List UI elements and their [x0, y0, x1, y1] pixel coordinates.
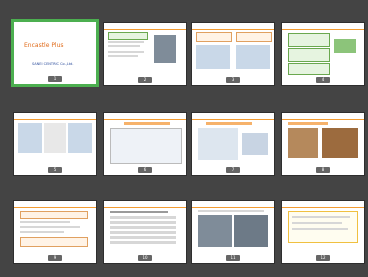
- content-block: [20, 211, 88, 219]
- slide-thumbnail-12[interactable]: 12: [282, 201, 364, 263]
- cover-title: Encastle Plus: [24, 42, 64, 49]
- content-block: [288, 48, 330, 62]
- slide-number: 9: [48, 255, 62, 261]
- text-line: [292, 216, 350, 218]
- slide-thumbnail-8[interactable]: 8: [282, 113, 364, 175]
- photo-image: [68, 123, 92, 153]
- slide-header: [14, 201, 96, 208]
- slide-number: 8: [316, 167, 330, 173]
- photo-image: [234, 215, 268, 247]
- slide-header: [192, 23, 274, 30]
- slide-thumbnail-7[interactable]: 7: [192, 113, 274, 175]
- slide-thumbnail-9[interactable]: 9: [14, 201, 96, 263]
- slide-number: 11: [226, 255, 240, 261]
- table-row: [110, 221, 176, 224]
- slide-header: [192, 113, 274, 120]
- text-line: [20, 226, 80, 228]
- slide-header: [282, 23, 364, 30]
- content-block: [288, 63, 330, 75]
- slide-thumbnail-10[interactable]: 10: [104, 201, 186, 263]
- slide-thumbnail-3[interactable]: 3: [192, 23, 274, 85]
- heading-bar: [288, 122, 328, 125]
- slide-header: [104, 113, 186, 120]
- slide-number: 2: [138, 77, 152, 83]
- slide-thumbnail-4[interactable]: 4: [282, 23, 364, 85]
- slide-number: 7: [226, 167, 240, 173]
- company-logo: SANEI CENTRIC Co.,Ltd.: [32, 62, 74, 66]
- text-line: [108, 55, 138, 57]
- photo-image: [236, 45, 270, 69]
- screenshot-image: [198, 128, 238, 160]
- text-line: [20, 231, 64, 233]
- content-block: [20, 237, 88, 247]
- text-line: [292, 228, 348, 230]
- slide-sorter: Encastle Plus SANEI CENTRIC Co.,Ltd. 1 2…: [0, 0, 368, 277]
- content-block: [236, 32, 272, 42]
- heading-bar: [124, 122, 170, 125]
- text-line: [108, 51, 144, 53]
- photo-image: [198, 215, 232, 247]
- slide-thumbnail-6[interactable]: 6: [104, 113, 186, 175]
- text-line: [110, 211, 168, 213]
- slide-header: [282, 113, 364, 120]
- table-row: [110, 231, 176, 234]
- slide-number: 5: [48, 167, 62, 173]
- slide-number: 1: [48, 76, 62, 82]
- slide-header: [282, 201, 364, 208]
- table-row: [110, 241, 176, 244]
- text-line: [292, 222, 342, 224]
- table-row: [110, 236, 176, 239]
- text-line: [198, 210, 264, 212]
- heading-bar: [206, 122, 252, 125]
- photo-image: [322, 128, 358, 158]
- text-line: [108, 41, 144, 43]
- photo-image: [44, 123, 66, 153]
- photo-image: [18, 123, 42, 153]
- slide-number: 6: [138, 167, 152, 173]
- slide-header: [14, 113, 96, 120]
- content-block: [108, 32, 148, 40]
- slide-header: [104, 23, 186, 30]
- text-line: [108, 45, 140, 47]
- screenshot-image: [110, 128, 182, 164]
- slide-number: 12: [316, 255, 330, 261]
- slide-thumbnail-1[interactable]: Encastle Plus SANEI CENTRIC Co.,Ltd. 1: [14, 22, 96, 84]
- content-block: [288, 33, 330, 47]
- slide-thumbnail-11[interactable]: 11: [192, 201, 274, 263]
- slide-number: 3: [226, 77, 240, 83]
- slide-number: 4: [316, 77, 330, 83]
- photo-image: [288, 128, 318, 158]
- tablet-image: [154, 35, 176, 63]
- screenshot-image: [242, 133, 268, 155]
- table-row: [110, 216, 176, 219]
- text-line: [20, 221, 70, 223]
- photo-image: [196, 45, 230, 69]
- slide-header: [104, 201, 186, 208]
- slide-thumbnail-5[interactable]: 5: [14, 113, 96, 175]
- slide-number: 10: [138, 255, 152, 261]
- content-block: [196, 32, 232, 42]
- table-row: [110, 226, 176, 229]
- diagram-image: [334, 39, 356, 53]
- slide-thumbnail-2[interactable]: 2: [104, 23, 186, 85]
- slide-header: [192, 201, 274, 208]
